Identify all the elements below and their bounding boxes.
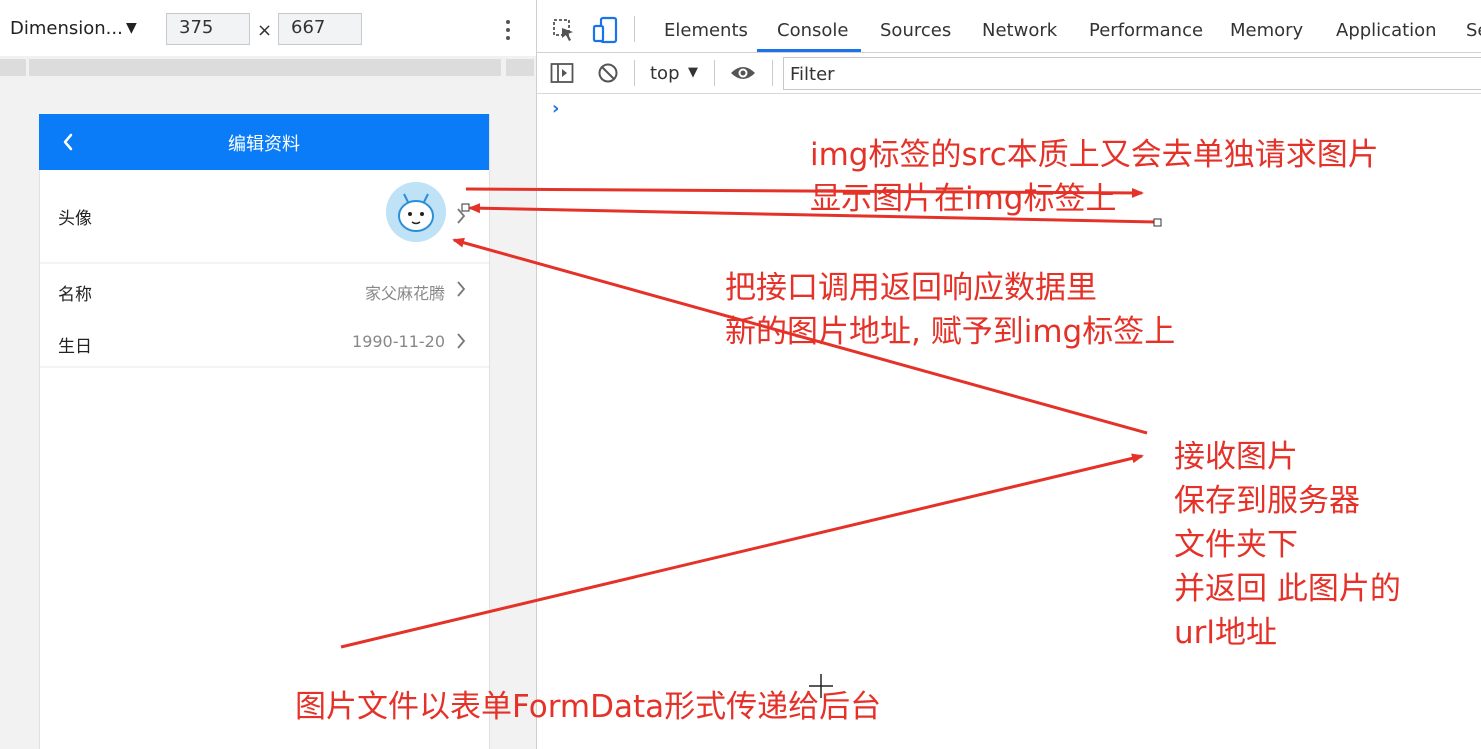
selection-handle [461, 203, 470, 212]
annotation-formdata-upload: 图片文件以表单FormData形式传递给后台 [295, 689, 882, 725]
annotation-server-receive: 接收图片 保存到服务器 文件夹下 并返回 此图片的 url地址 [1174, 439, 1401, 651]
annotation-img-src: img标签的src本质上又会去单独请求图片 显示图片在img标签上 [810, 137, 1379, 217]
annotation-assign-url: 把接口调用返回响应数据里 新的图片地址, 赋予到img标签上 [725, 270, 1176, 350]
arrow-upload-to-server [340, 453, 1144, 649]
